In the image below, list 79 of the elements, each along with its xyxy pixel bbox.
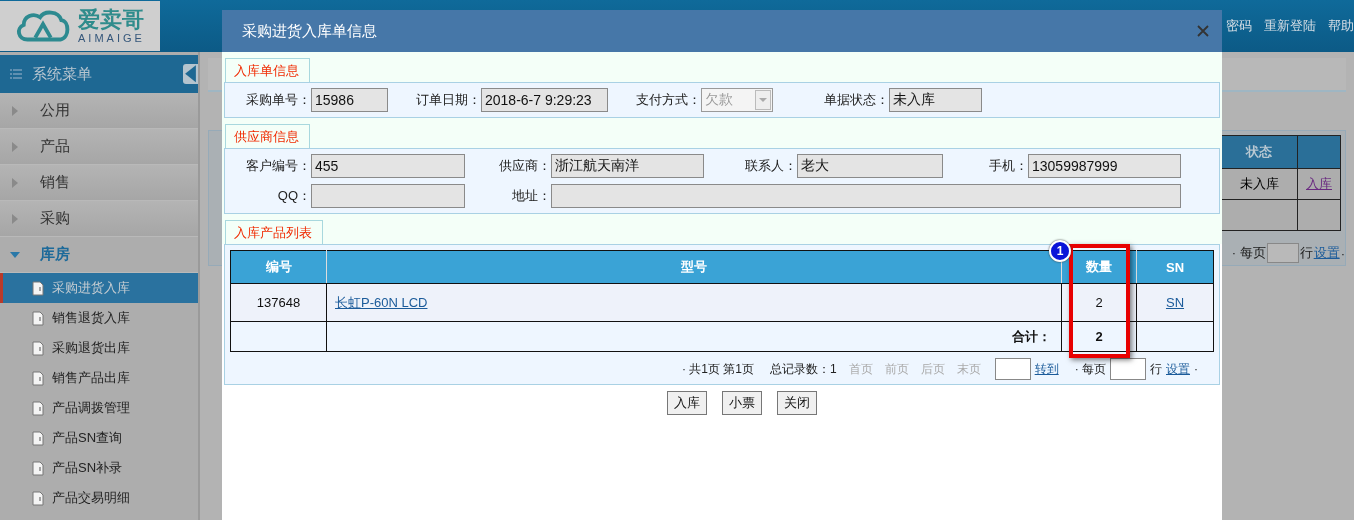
field-label: 支付方式： <box>635 91 701 109</box>
close-icon <box>1196 24 1210 38</box>
separator: · <box>1194 362 1198 376</box>
caret-icon <box>10 213 20 224</box>
menu-item[interactable]: 销售产品出库 <box>0 363 198 393</box>
set-link[interactable]: 设置 <box>1166 360 1190 378</box>
dialog-title: 采购进货入库单信息 <box>242 21 377 41</box>
action-button[interactable]: 小票 <box>722 391 762 415</box>
input-field[interactable] <box>551 184 1181 208</box>
action-link[interactable]: 入库 <box>1306 176 1332 191</box>
page-summary: · 共1页 第1页 <box>681 360 754 378</box>
header-link[interactable]: 重新登陆 <box>1264 17 1316 35</box>
logo-text: 爱卖哥 <box>78 8 145 32</box>
sidebar-title: 系统菜单 <box>32 64 92 84</box>
menu-group[interactable]: 公用 <box>0 93 198 129</box>
rows-label: 行 <box>1150 360 1162 378</box>
menu-item[interactable]: 产品SN查询 <box>0 423 198 453</box>
field-label: 联系人： <box>744 157 797 175</box>
total-label: 合计： <box>326 321 1062 352</box>
logo-subtext: AIMAIGE <box>78 32 145 44</box>
column-header: SN <box>1136 250 1214 284</box>
column-header: 编号 <box>230 250 327 284</box>
menu-item[interactable]: 产品交易明细 <box>0 483 198 513</box>
header-link[interactable]: 帮助 <box>1328 17 1354 35</box>
input-field[interactable]: 455 <box>311 154 465 178</box>
caret-icon <box>10 105 20 116</box>
input-field[interactable]: 13059987999 <box>1028 154 1181 178</box>
table-header: 状态 <box>1220 135 1298 169</box>
field-label: 采购单号： <box>245 91 311 109</box>
field-label: QQ： <box>276 187 311 205</box>
cloud-logo-icon <box>14 8 72 44</box>
document-icon <box>32 280 44 296</box>
document-icon <box>32 490 44 506</box>
document-icon <box>32 310 44 326</box>
document-icon <box>32 460 44 476</box>
input-field[interactable] <box>311 184 465 208</box>
input-field[interactable]: 老大 <box>797 154 943 178</box>
menu-item[interactable]: 产品SN补录 <box>0 453 198 483</box>
caret-icon <box>10 141 20 152</box>
menu-item[interactable]: 销售退货入库 <box>0 303 198 333</box>
per-page-label: · 每页 <box>1074 360 1106 378</box>
rows-label: 行 <box>1299 244 1313 262</box>
menu-item[interactable]: 产品调拨管理 <box>0 393 198 423</box>
separator: · <box>1340 245 1345 261</box>
header-link[interactable]: 密码 <box>1226 17 1252 35</box>
caret-icon <box>10 177 20 188</box>
record-count: 总记录数：1 <box>769 360 837 378</box>
menu-group[interactable]: 产品 <box>0 129 198 165</box>
input-field[interactable]: 15986 <box>311 88 388 112</box>
action-button[interactable]: 关闭 <box>777 391 817 415</box>
document-icon <box>32 340 44 356</box>
rows-per-page-field[interactable] <box>1266 243 1299 263</box>
menu-group[interactable]: 采购 <box>0 201 198 237</box>
input-field[interactable]: 浙江航天南洋 <box>551 154 704 178</box>
menu-group[interactable]: 销售 <box>0 165 198 201</box>
sn-link[interactable]: SN <box>1165 295 1185 310</box>
per-page-label: · 每页 <box>1231 244 1266 262</box>
table-cell: 未入库 <box>1220 168 1298 200</box>
document-icon <box>32 400 44 416</box>
input-field[interactable]: 2018-6-7 9:29:23 <box>481 88 608 112</box>
table-cell: 137648 <box>230 283 327 322</box>
menu-icon <box>10 69 22 79</box>
field-label: 地址： <box>511 187 551 205</box>
field-label: 供应商： <box>498 157 551 175</box>
collapse-button[interactable] <box>183 64 198 84</box>
field-label: 订单日期： <box>415 91 481 109</box>
field-label: 手机： <box>988 157 1028 175</box>
document-icon <box>32 370 44 386</box>
goto-link[interactable]: 转到 <box>1034 360 1059 378</box>
caret-icon <box>10 249 20 260</box>
product-link[interactable]: 长虹P-60N LCD <box>335 294 428 310</box>
menu-item[interactable]: 采购退货出库 <box>0 333 198 363</box>
field-label: 单据状态： <box>823 91 889 109</box>
document-icon <box>32 430 44 446</box>
rows-per-page-field[interactable] <box>1110 358 1146 380</box>
input-field[interactable]: 未入库 <box>889 88 982 112</box>
field-label: 客户编号： <box>245 157 311 175</box>
page-number-field[interactable] <box>994 358 1031 380</box>
action-button[interactable]: 入库 <box>667 391 707 415</box>
